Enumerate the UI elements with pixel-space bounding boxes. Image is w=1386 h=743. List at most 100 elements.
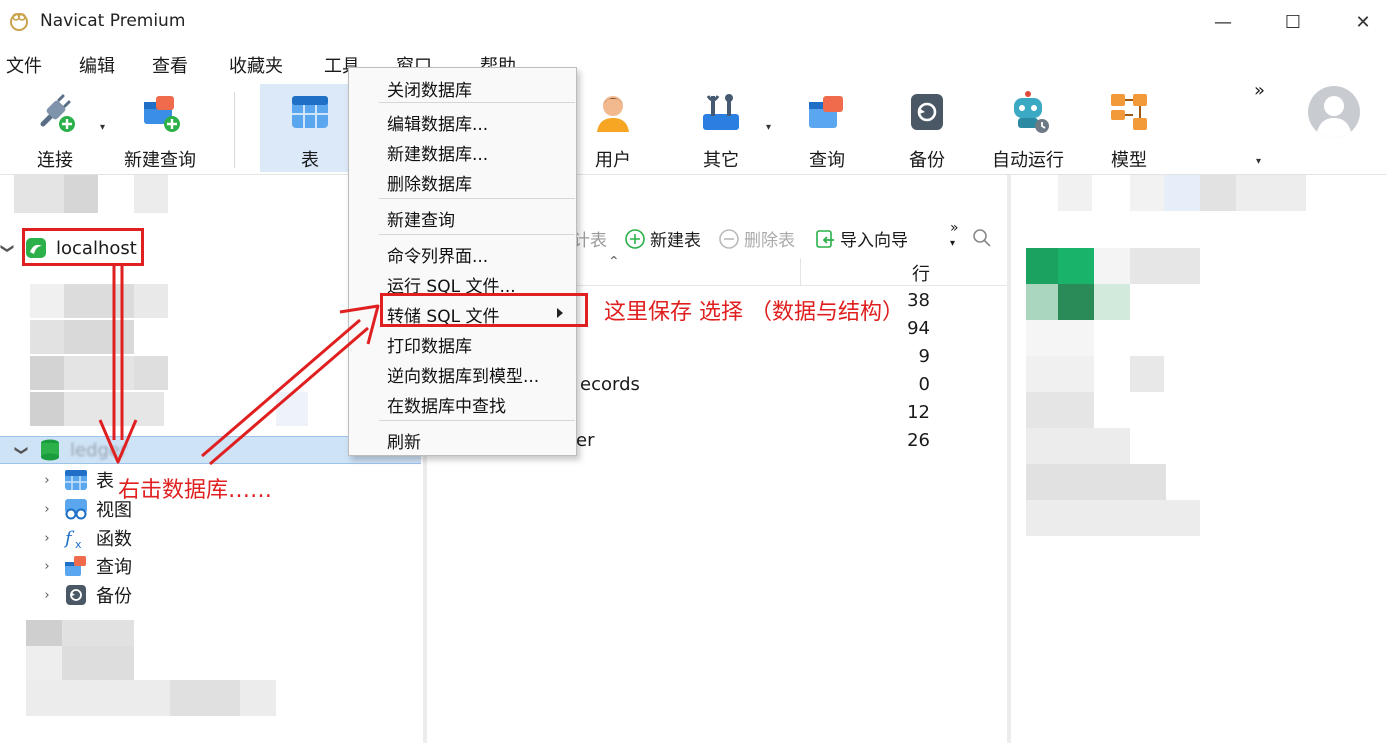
row-count: 9 [918,346,930,367]
auto-run-button[interactable]: 自动运行 [988,84,1068,172]
user-avatar-icon [1316,96,1352,138]
menu-item-close-database[interactable]: 关闭数据库 [387,76,472,101]
object-name[interactable]: er [576,430,594,451]
menu-edit[interactable]: 编辑 [79,52,115,78]
toolbar-overflow-caret-icon[interactable]: ▾ [1256,156,1261,167]
chevron-right-icon[interactable]: › [40,531,54,546]
menu-item-refresh[interactable]: 刷新 [387,428,421,453]
tree-node-label: 表 [96,471,114,492]
blurred-region [62,646,134,680]
tree-node-queries[interactable]: › 查询 [40,552,132,580]
object-toolbar-overflow[interactable]: » [950,220,959,236]
close-button[interactable]: ✕ [1340,6,1386,38]
annotation-right-click: 右击数据库…… [118,478,273,503]
tree-node-label: 备份 [96,586,132,607]
blurred-region [30,320,64,354]
title-bar: Navicat Premium — ☐ ✕ [0,0,1386,44]
plug-icon [33,90,77,134]
chevron-right-icon[interactable]: › [40,588,54,603]
menu-item-print-database[interactable]: 打印数据库 [387,332,472,357]
import-wizard-button[interactable]: 导入向导 [814,226,908,251]
menu-separator [379,420,575,421]
menu-item-command-line[interactable]: 命令列界面... [387,242,488,267]
blurred-region [276,392,308,426]
blurred-region [26,620,62,646]
chevron-right-icon[interactable]: › [40,473,54,488]
window-title: Navicat Premium [40,11,186,31]
tree-row-database[interactable]: ❯ ledger [14,436,127,464]
annotation-box-dump-sql [380,293,588,327]
sort-ascending-icon[interactable]: ⌃ [608,254,620,270]
menu-item-edit-database[interactable]: 编辑数据库... [387,110,488,135]
new-query-label: 新建查询 [124,150,196,171]
blurred-region [1236,175,1306,211]
blurred-region [1026,248,1058,284]
function-icon: fx [63,526,88,551]
new-query-button[interactable]: 新建查询 [120,84,200,172]
menu-item-reverse-to-model[interactable]: 逆向数据库到模型... [387,362,539,387]
blurred-region [1164,175,1200,211]
menu-item-find-in-database[interactable]: 在数据库中查找 [387,392,506,417]
object-name[interactable]: ecords [580,374,640,395]
delete-table-button[interactable]: 删除表 [718,226,795,251]
search-icon[interactable] [972,228,992,248]
blurred-region [64,284,134,318]
connect-button[interactable]: 连接 [20,84,90,172]
other-dropdown-caret-icon[interactable]: ▾ [766,122,771,133]
maximize-button[interactable]: ☐ [1270,6,1316,38]
tree-node-backups[interactable]: › 备份 [40,581,132,609]
object-toolbar-caret-icon[interactable]: ▾ [950,238,955,249]
toolbar-overflow-button[interactable]: » [1254,80,1265,101]
annotation-box-connection [22,228,144,266]
column-header-rows[interactable]: 行 [912,260,930,286]
menu-separator [379,102,575,103]
blurred-region [64,356,134,390]
blurred-region [1094,284,1130,320]
blurred-region [1058,175,1092,211]
blurred-region [1026,356,1094,392]
table-button[interactable]: 表 [260,84,360,172]
blurred-region [14,175,64,213]
new-table-button[interactable]: 新建表 [624,226,701,251]
blurred-region [1026,464,1166,500]
connect-dropdown-caret-icon[interactable]: ▾ [100,122,105,133]
query-button[interactable]: 查询 [794,84,860,172]
import-icon [816,229,834,248]
other-button[interactable]: 其它 [688,84,754,172]
query-label: 查询 [809,150,845,171]
menu-item-new-database[interactable]: 新建数据库... [387,140,488,165]
tree-node-functions[interactable]: › fx 函数 [40,524,132,552]
pane-splitter[interactable] [1007,175,1011,743]
robot-icon [1006,90,1050,134]
table-icon [288,90,332,134]
blurred-region [1058,248,1094,284]
chevron-right-icon[interactable]: › [40,502,54,517]
table-icon [64,468,88,492]
chevron-down-icon[interactable]: ❯ [0,241,15,255]
chevron-right-icon[interactable]: › [40,559,54,574]
model-button[interactable]: 模型 [1096,84,1162,172]
blurred-region [30,392,64,426]
menu-view[interactable]: 查看 [152,52,188,78]
blurred-region [134,284,168,318]
connect-label: 连接 [37,150,73,171]
menu-file[interactable]: 文件 [6,52,42,78]
chevron-down-icon[interactable]: ❯ [14,443,29,457]
menu-favorites[interactable]: 收藏夹 [229,52,283,78]
column-separator[interactable] [800,258,801,286]
backup-button[interactable]: 备份 [894,84,960,172]
blurred-region [1130,356,1164,392]
tree-node-tables[interactable]: › 表 [40,466,114,494]
database-name: ledger [70,439,128,461]
menu-item-delete-database[interactable]: 删除数据库 [387,170,472,195]
svg-text:x: x [75,538,82,550]
blurred-region [1026,320,1094,356]
design-table-button[interactable]: 计表 [573,226,607,251]
menu-item-new-query[interactable]: 新建查询 [387,206,455,231]
main-toolbar: 连接 ▾ 新建查询 表 用户 其它 ▾ 查询 备份 自动运行 模型 » ▾ [0,80,1386,174]
user-button[interactable]: 用户 [580,84,646,172]
avatar[interactable] [1308,86,1360,138]
minimize-button[interactable]: — [1200,6,1246,38]
delete-table-label: 删除表 [744,231,795,251]
blurred-region [64,175,98,213]
